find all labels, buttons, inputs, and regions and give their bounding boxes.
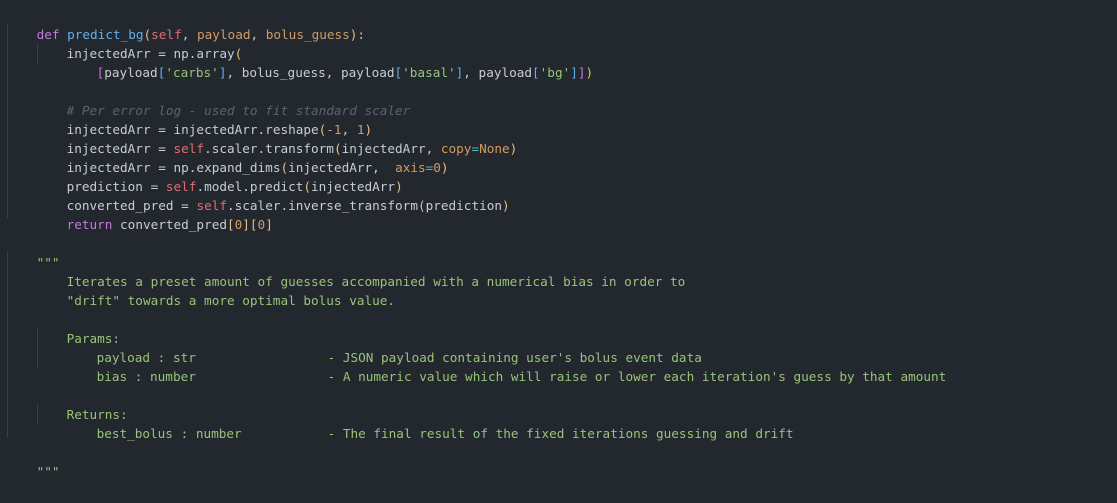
string: 'carbs' xyxy=(165,65,219,80)
code-text: , bolus_guess, payload xyxy=(226,65,395,80)
variable: payload xyxy=(104,65,158,80)
param-bolus-guess: bolus_guess xyxy=(265,27,350,42)
code-line[interactable]: Iterates a preset amount of guesses acco… xyxy=(6,253,686,289)
docstring-param-desc: - The final result of the fixed iteratio… xyxy=(327,426,794,441)
code-line[interactable]: injectedArr = injectedArr.reshape(-1, 1) xyxy=(6,101,373,137)
docstring-param-desc: - A numeric value which will raise or lo… xyxy=(327,369,947,384)
code-line[interactable]: injectedArr = self.scaler.transform(inje… xyxy=(6,120,518,156)
code-line[interactable]: "drift" towards a more optimal bolus val… xyxy=(6,272,395,308)
bracket: ] xyxy=(570,65,578,80)
variable: converted_pred xyxy=(112,217,227,232)
code-line[interactable]: prediction = self.model.predict(injected… xyxy=(6,158,403,194)
code-line[interactable]: def compute_bolus(self, payload, bias): xyxy=(6,481,335,503)
string: 'basal' xyxy=(402,65,456,80)
paren: ) xyxy=(585,65,594,80)
bracket: [ xyxy=(532,65,540,80)
docstring-delimiter: """ xyxy=(36,464,60,479)
code-line[interactable]: payload : str - JSON payload containing u… xyxy=(6,329,702,365)
number: 0 xyxy=(433,160,441,175)
paren: ( xyxy=(417,198,426,213)
keyword-return: return xyxy=(66,217,113,232)
paren: ) xyxy=(440,160,449,175)
separator: , xyxy=(250,27,266,42)
code-line[interactable]: injectedArr = np.expand_dims(injectedArr… xyxy=(6,139,449,175)
code-line[interactable]: """ xyxy=(6,234,60,270)
code-line[interactable]: bias : number - A numeric value which wil… xyxy=(6,348,947,384)
bracket: ] xyxy=(577,65,586,80)
code-line[interactable]: def predict_bg(self, payload, bolus_gues… xyxy=(6,6,366,42)
code-line[interactable]: converted_pred = self.scaler.inverse_tra… xyxy=(6,177,510,213)
bracket: [ xyxy=(226,217,235,232)
docstring-text: "drift" towards a more optimal bolus val… xyxy=(66,293,396,308)
paren: ) xyxy=(502,198,510,213)
code-line[interactable]: Params: xyxy=(6,310,120,346)
paren: ) xyxy=(509,141,518,156)
docstring-param-name: best_bolus : number xyxy=(96,426,242,441)
code-line[interactable]: Returns: xyxy=(6,386,128,422)
constant: None xyxy=(479,141,510,156)
code-line[interactable]: # Per error log - used to fit standard s… xyxy=(6,82,411,118)
code-line[interactable]: """ xyxy=(6,443,60,479)
bracket: ] xyxy=(242,217,250,232)
code-editor[interactable]: def predict_bg(self, payload, bolus_gues… xyxy=(0,0,1117,503)
code-line[interactable]: injectedArr = np.array( xyxy=(6,25,243,61)
code-line[interactable]: [payload['carbs'], bolus_guess, payload[… xyxy=(6,44,594,80)
bracket: [ xyxy=(394,65,403,80)
docstring-param-name: bias : number xyxy=(96,369,196,384)
paren: ): xyxy=(349,27,366,42)
operator: = xyxy=(471,141,480,156)
string: 'bg' xyxy=(539,65,571,80)
code-text: , payload xyxy=(463,65,533,80)
bracket: ] xyxy=(265,217,273,232)
code-line[interactable]: best_bolus : number - The final result of… xyxy=(6,405,794,441)
code-line[interactable]: return converted_pred[0][0] xyxy=(6,196,273,232)
argument: prediction xyxy=(425,198,502,213)
bracket: [ xyxy=(249,217,258,232)
